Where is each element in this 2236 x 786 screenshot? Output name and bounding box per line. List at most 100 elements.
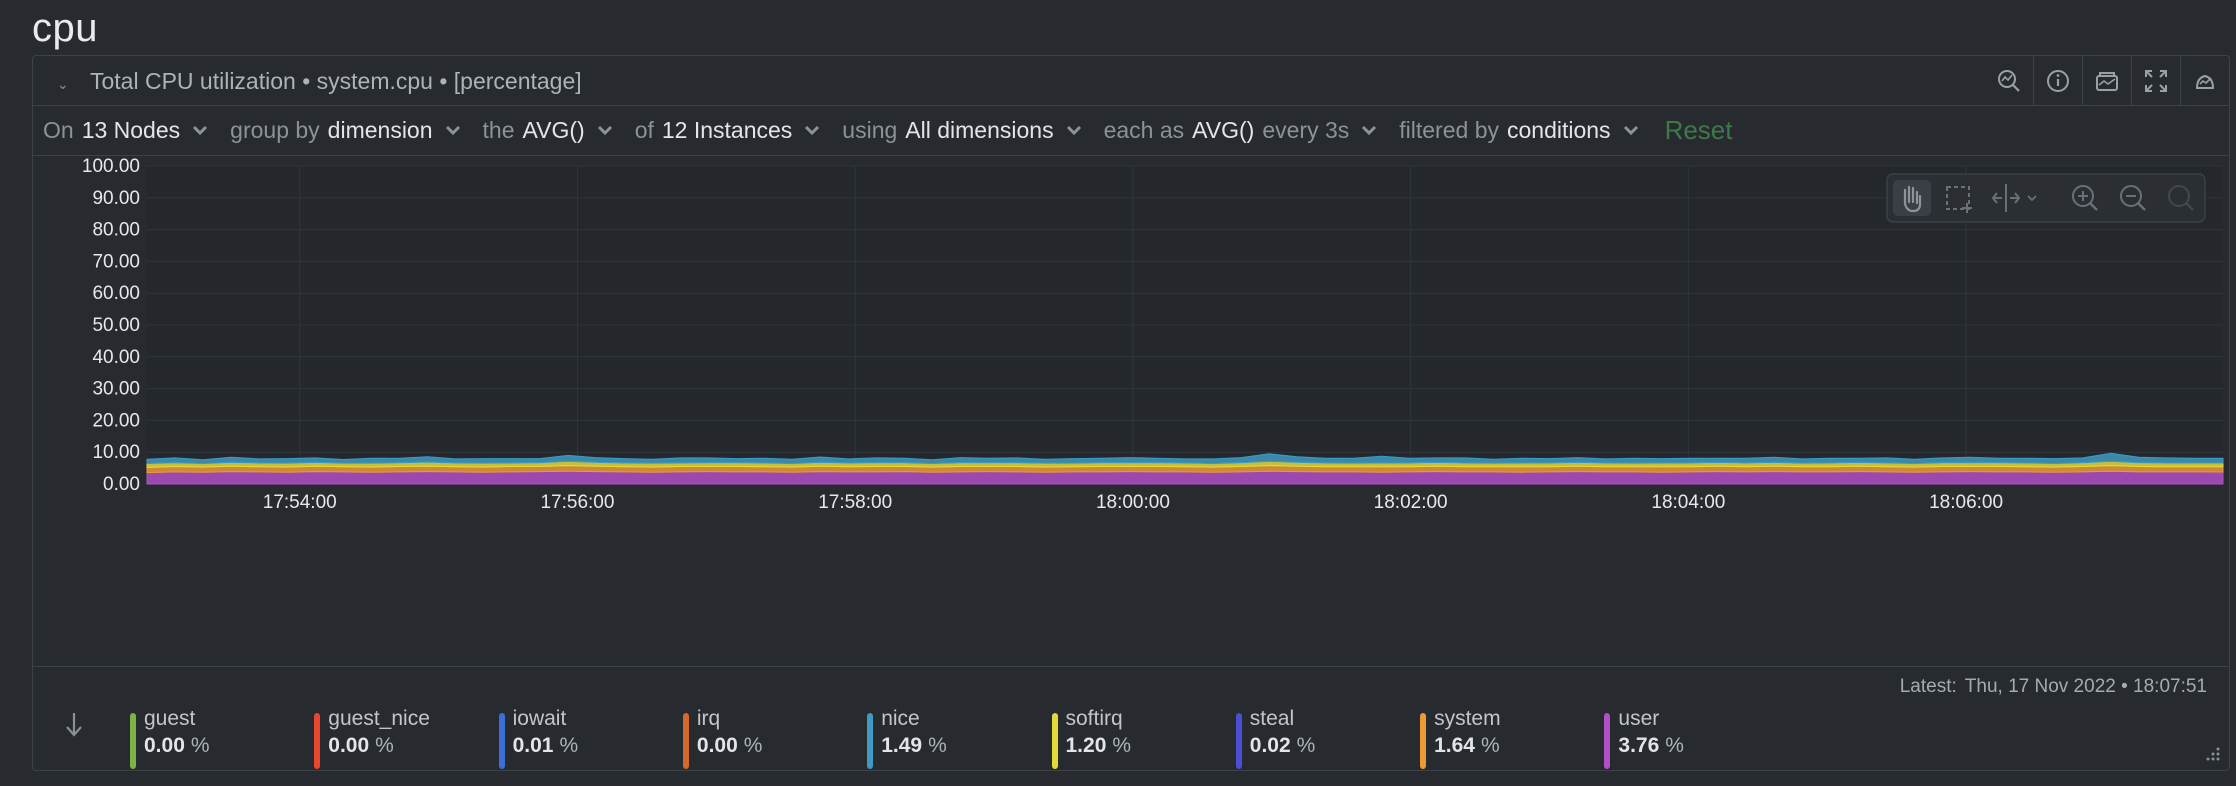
- legend-item-guest[interactable]: guest 0.00%: [130, 707, 210, 769]
- x-tick-label: 18:04:00: [1651, 492, 1725, 513]
- legend-item-steal[interactable]: steal 0.02%: [1235, 707, 1316, 769]
- pan-icon[interactable]: [1893, 180, 1931, 216]
- legend-swatch: [1604, 713, 1611, 769]
- chart-toolbar: [1886, 173, 2206, 223]
- legend-item-guest-nice[interactable]: guest_nice 0.00%: [314, 707, 430, 769]
- y-tick-label: 30.00: [92, 379, 140, 400]
- legend-swatch: [682, 713, 689, 769]
- instances-selector[interactable]: of 12 Instances: [635, 117, 821, 144]
- legend-unit: %: [743, 734, 763, 757]
- legend-item-nice[interactable]: nice 1.49%: [867, 707, 947, 769]
- legend-name: nice: [881, 707, 920, 730]
- dimensions-selector[interactable]: using All dimensions: [842, 117, 1081, 144]
- legend-unit: %: [1665, 734, 1684, 757]
- alert-icon[interactable]: [2180, 56, 2229, 105]
- query-controls: On 13 Nodes group by dimension the AVG()…: [33, 105, 2229, 156]
- y-axis: 100.00 90.00 80.00 70.00 60.00 50.00 40.00 30.0…: [82, 156, 140, 495]
- header-icons: [1984, 56, 2229, 105]
- group-by-label: group by: [230, 116, 320, 143]
- chevron-down-icon: [597, 125, 612, 135]
- chevron-down-icon: [445, 125, 460, 135]
- y-tick-label: 50.00: [92, 315, 140, 336]
- x-tick-label: 17:56:00: [540, 492, 614, 513]
- legend-name: iowait: [512, 707, 567, 730]
- layers-icon[interactable]: [2082, 56, 2131, 105]
- y-tick-label: 90.00: [92, 188, 140, 209]
- aggregation-label: the: [482, 116, 515, 143]
- time-aggregation-label: each as: [1103, 116, 1185, 143]
- latest-timestamp: Latest: Thu, 17 Nov 2022 • 18:07:51: [1900, 676, 2207, 698]
- nodes-selector[interactable]: On 13 Nodes: [43, 117, 208, 144]
- y-tick-label: 70.00: [92, 251, 140, 272]
- legend-value-number: 1.20: [1065, 734, 1107, 757]
- legend-value: 3.76%: [1618, 731, 1684, 761]
- legend-value-number: 1.49: [881, 734, 923, 757]
- legend-swatch: [498, 713, 505, 769]
- nodes-value: 13 Nodes: [81, 116, 181, 143]
- y-tick-label: 10.00: [92, 442, 140, 463]
- aggregation-value: AVG(): [522, 116, 585, 143]
- legend-swatch: [867, 713, 874, 769]
- chevron-down-icon: [805, 125, 820, 135]
- legend-swatch: [1235, 713, 1242, 769]
- legend-value-number: 0.01: [512, 734, 554, 757]
- legend-item-user[interactable]: user 3.76%: [1604, 707, 1684, 769]
- y-tick-label: 100.00: [82, 156, 140, 177]
- resize-handle-icon[interactable]: [2205, 746, 2221, 762]
- info-icon[interactable]: [2033, 56, 2082, 105]
- legend-name: irq: [696, 707, 721, 730]
- legend-name: softirq: [1065, 707, 1123, 730]
- reset-button[interactable]: Reset: [1665, 115, 1733, 146]
- legend-value: 0.01%: [513, 731, 579, 761]
- x-tick-label: 17:54:00: [263, 492, 337, 513]
- time-aggregation-selector[interactable]: each as AVG() every 3s: [1104, 117, 1378, 144]
- aggregation-selector[interactable]: the AVG(): [483, 117, 613, 144]
- legend-swatch: [1420, 713, 1427, 769]
- legend-name: user: [1618, 707, 1660, 730]
- collapse-icon[interactable]: ⌄: [57, 76, 69, 93]
- x-tick-label: 18:00:00: [1096, 492, 1170, 513]
- x-axis: 17:54:00 17:56:00 17:58:00 18:00:00 18:02:00…: [263, 492, 2003, 513]
- legend-item-system[interactable]: system 1.64%: [1420, 707, 1501, 769]
- legend-unit: %: [1480, 734, 1500, 757]
- chevron-down-icon: [1066, 125, 1081, 135]
- chart-card: ⌄ Total CPU utilization • system.cpu • […: [32, 55, 2230, 771]
- y-tick-label: 20.00: [92, 410, 140, 431]
- filter-selector[interactable]: filtered by conditions: [1399, 117, 1638, 144]
- chart-svg[interactable]: 100.00 90.00 80.00 70.00 60.00 50.00 40.00 30.0…: [33, 156, 2231, 666]
- legend-value-number: 0.00: [144, 734, 185, 757]
- legend-name: guest_nice: [328, 707, 430, 730]
- legend-item-iowait[interactable]: iowait 0.01%: [498, 707, 579, 769]
- chart-plot[interactable]: 100.00 90.00 80.00 70.00 60.00 50.00 40.00 30.0…: [33, 156, 2231, 666]
- legend-item-irq[interactable]: irq 0.00%: [682, 707, 763, 769]
- series-area-user: [146, 470, 2224, 485]
- y-tick-label: 0.00: [103, 474, 140, 495]
- legend-value: 0.00%: [144, 731, 210, 761]
- chevron-down-icon: [1623, 125, 1638, 135]
- dimensions-value: All dimensions: [905, 116, 1054, 143]
- legend-name: steal: [1249, 707, 1295, 730]
- search-chart-icon[interactable]: [1984, 56, 2033, 105]
- sort-down-icon[interactable]: [63, 709, 85, 739]
- legend-unit: %: [928, 734, 947, 757]
- chevron-down-icon: [193, 125, 208, 135]
- legend-value: 0.00%: [697, 731, 763, 761]
- chevron-down-icon: [1362, 125, 1377, 135]
- legend-unit: %: [1112, 734, 1132, 757]
- filter-value: conditions: [1506, 116, 1611, 143]
- legend-value: 1.49%: [881, 731, 947, 761]
- group-by-selector[interactable]: group by dimension: [230, 117, 460, 144]
- y-tick-label: 60.00: [92, 283, 140, 304]
- legend-value-number: 0.02: [1249, 734, 1291, 757]
- latest-label: Latest:: [1899, 676, 1957, 697]
- latest-value: Thu, 17 Nov 2022 • 18:07:51: [1964, 676, 2207, 697]
- legend-unit: %: [375, 734, 394, 757]
- chart-header: ⌄ Total CPU utilization • system.cpu • […: [33, 56, 2229, 106]
- filter-label: filtered by: [1399, 116, 1499, 143]
- section-title: cpu: [32, 6, 98, 50]
- legend-swatch: [314, 713, 321, 769]
- legend-value: 0.02%: [1250, 731, 1316, 761]
- legend-item-softirq[interactable]: softirq 1.20%: [1051, 707, 1132, 769]
- fullscreen-icon[interactable]: [2131, 56, 2180, 105]
- legend-bar: Latest: Thu, 17 Nov 2022 • 18:07:51 guest…: [33, 666, 2229, 770]
